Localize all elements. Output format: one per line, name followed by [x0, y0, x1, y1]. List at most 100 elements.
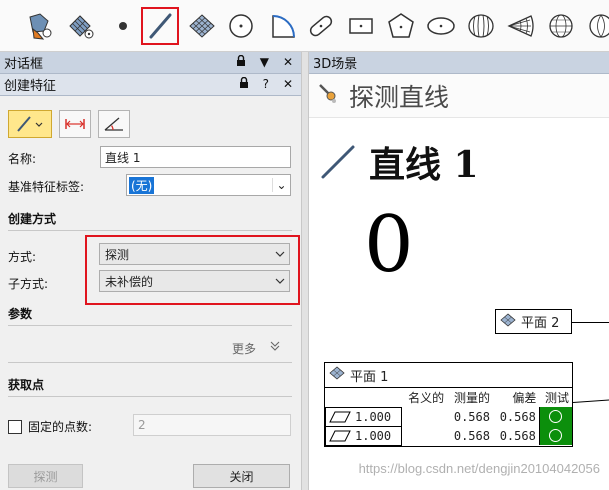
datum-label: 基准特征标签: — [8, 180, 85, 194]
name-field[interactable]: 直线 1 — [100, 146, 291, 168]
table-header-row: 名义的 测量的 偏差 测试 — [326, 388, 573, 407]
arc-icon[interactable] — [264, 7, 302, 45]
plane1-connector — [572, 399, 609, 403]
datum-select[interactable]: (无) ⌄ — [126, 174, 291, 196]
name-label: 名称: — [8, 152, 37, 166]
plane-icon — [329, 366, 345, 384]
capture-section-title: 获取点 — [8, 378, 45, 392]
line-icon[interactable] — [141, 7, 179, 45]
slot-icon[interactable] — [302, 7, 340, 45]
pin-icon[interactable] — [236, 54, 246, 70]
measurement-table: 名义的 测量的 偏差 测试 1.000 0.568 0.568 1.000 0.… — [325, 388, 572, 446]
fixed-points-input[interactable]: 2 — [133, 414, 291, 436]
probe-button[interactable]: 探测 — [8, 464, 83, 488]
circle-icon[interactable] — [222, 7, 260, 45]
cone-icon[interactable] — [502, 7, 540, 45]
fixed-points-row: 固定的点数: — [8, 418, 92, 435]
nominal-value — [402, 426, 448, 445]
plane1-callout[interactable]: 平面 1 名义的 测量的 偏差 测试 1.000 0.568 0.568 1.0… — [324, 362, 573, 447]
divider — [8, 396, 292, 397]
dropdown-icon[interactable]: ▼ — [260, 55, 269, 70]
help-icon[interactable]: ? — [263, 77, 269, 92]
auto-feature-icon[interactable] — [20, 7, 58, 45]
polygon-icon[interactable] — [382, 7, 420, 45]
create-feature-title: 创建特征 — [4, 79, 57, 94]
column-header: 名义的 — [408, 391, 445, 405]
cylinder-icon[interactable] — [462, 7, 500, 45]
method-section-title: 创建方式 — [8, 212, 57, 226]
pass-indicator — [538, 407, 572, 426]
distance-icon[interactable] — [59, 110, 91, 138]
table-row: 1.000 0.568 0.568 — [325, 425, 572, 446]
scene-panel: 3D场景 探测直线 直线 1 0 平面 2 平面 1 名义的 测量的 偏差 测试… — [309, 52, 609, 490]
more-icon[interactable] — [582, 7, 609, 45]
rectangle-icon[interactable] — [342, 7, 380, 45]
plane2-connector — [572, 322, 609, 323]
factor-value: 1.000 — [355, 409, 392, 424]
nominal-value — [402, 407, 448, 426]
plane1-label: 平面 1 — [350, 369, 389, 385]
create-feature-titlebar: 创建特征 ? ✕ — [0, 74, 301, 96]
scene-tab[interactable]: 3D场景 — [309, 52, 609, 74]
angle-icon[interactable] — [98, 110, 130, 138]
feature-toolbar — [0, 0, 609, 52]
measured-value: 0.568 — [453, 428, 490, 443]
panel-splitter[interactable] — [301, 52, 309, 490]
line-icon — [321, 145, 355, 179]
dialog-title: 对话框 — [4, 57, 44, 72]
fixed-points-checkbox[interactable] — [8, 419, 22, 434]
dialog-titlebar: 对话框 ▼ ✕ — [0, 52, 301, 74]
datum-value: (无) — [129, 176, 155, 194]
deviation-value: 0.568 — [499, 409, 536, 424]
flatness-cell: 1.000 — [325, 406, 402, 427]
point-icon[interactable] — [104, 7, 142, 45]
column-header: 测量的 — [453, 391, 490, 405]
method-row: 方式: — [8, 248, 36, 265]
chevron-double-down-icon — [270, 340, 280, 357]
divider — [8, 362, 292, 363]
feature-title-text: 直线 1 — [369, 144, 479, 186]
name-row: 名称: — [8, 150, 36, 167]
scene-header: 探测直线 — [309, 74, 609, 118]
deviation-value: 0.568 — [499, 428, 536, 443]
ellipse-icon[interactable] — [422, 7, 460, 45]
submethod-row: 子方式: — [8, 275, 48, 292]
close-icon[interactable]: ✕ — [283, 55, 293, 70]
column-header: 偏差 — [512, 391, 537, 405]
divider — [8, 325, 292, 326]
close-button[interactable]: 关闭 — [193, 464, 290, 488]
watermark-text: https://blog.csdn.net/dengjin20104042056 — [358, 461, 600, 476]
close-icon[interactable]: ✕ — [283, 77, 293, 92]
pass-icon — [549, 429, 563, 442]
plane1-header: 平面 1 — [325, 363, 572, 388]
create-feature-panel: 对话框 ▼ ✕ 创建特征 ? ✕ 名称: 直线 1 基准特征标签: (无) ⌄ … — [0, 52, 301, 490]
flatness-icon — [329, 430, 351, 441]
measured-value: 0.568 — [453, 409, 490, 424]
plane-icon[interactable] — [183, 7, 221, 45]
chevron-down-icon: ⌄ — [272, 178, 290, 192]
pin-icon[interactable] — [239, 76, 249, 92]
line-type-button[interactable] — [8, 110, 52, 138]
scene-header-title: 探测直线 — [349, 82, 450, 112]
plane2-label: 平面 2 — [521, 316, 560, 331]
submethod-label: 子方式: — [8, 277, 49, 291]
plane-icon — [500, 312, 516, 331]
highlight-box — [85, 235, 300, 305]
plane2-callout[interactable]: 平面 2 — [495, 309, 572, 334]
feature-title: 直线 1 — [319, 136, 479, 188]
datum-row: 基准特征标签: — [8, 178, 84, 195]
sphere-icon[interactable] — [542, 7, 580, 45]
more-toggle[interactable]: 更多 — [232, 340, 280, 357]
flatness-cell: 1.000 — [325, 425, 402, 446]
factor-value: 1.000 — [355, 428, 392, 443]
flatness-icon — [329, 411, 351, 422]
point-count: 0 — [364, 200, 414, 290]
divider — [8, 230, 292, 231]
pass-indicator — [538, 426, 572, 445]
table-row: 1.000 0.568 0.568 — [325, 406, 572, 427]
scene-tab-label: 3D场景 — [313, 57, 358, 72]
params-section-title: 参数 — [8, 307, 33, 321]
more-label: 更多 — [232, 342, 257, 356]
point-cloud-icon[interactable] — [62, 7, 100, 45]
pass-icon — [549, 410, 563, 423]
